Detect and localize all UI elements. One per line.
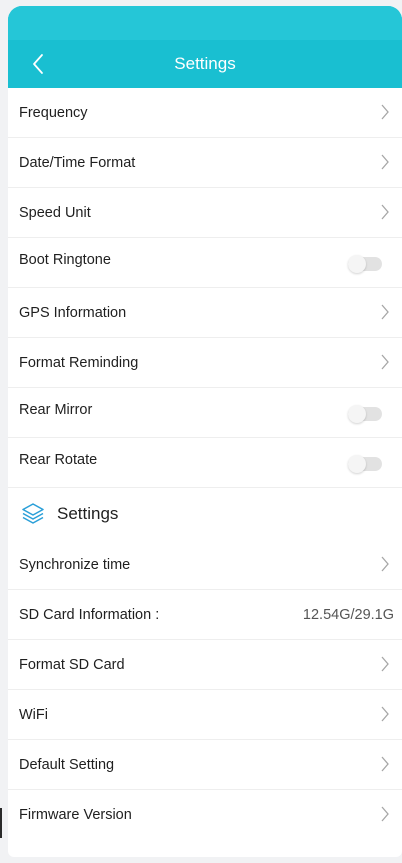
rear-mirror-toggle[interactable] <box>348 405 382 423</box>
wifi-row[interactable]: WiFi <box>8 690 402 740</box>
firmware-version-row[interactable]: Firmware Version <box>8 790 402 840</box>
row-label: Firmware Version <box>19 807 132 823</box>
toggle-knob <box>348 255 366 273</box>
row-label: Rear Rotate <box>19 452 98 468</box>
synchronize-time-row[interactable]: Synchronize time <box>8 540 402 590</box>
toggle-knob <box>348 455 366 473</box>
sd-card-information-row: SD Card Information : 12.54G/29.1G <box>8 590 402 640</box>
status-strip <box>8 6 402 40</box>
row-label: Synchronize time <box>19 557 131 573</box>
chevron-right-icon <box>381 104 389 120</box>
chevron-right-icon <box>381 204 389 220</box>
row-label: Default Setting <box>19 757 115 773</box>
section-title: Settings <box>57 504 119 523</box>
frequency-row[interactable]: Frequency <box>8 88 402 138</box>
row-label: WiFi <box>19 707 48 723</box>
chevron-right-icon <box>381 304 389 320</box>
chevron-right-icon <box>381 154 389 170</box>
row-label: Format SD Card <box>19 657 125 673</box>
rear-rotate-row: Rear Rotate <box>8 438 402 488</box>
page-title: Settings <box>174 54 236 73</box>
row-label: Boot Ringtone <box>19 252 111 268</box>
rear-mirror-row: Rear Mirror <box>8 388 402 438</box>
boot-ringtone-toggle[interactable] <box>348 255 382 273</box>
row-label: Date/Time Format <box>19 155 136 171</box>
layers-icon <box>22 503 44 524</box>
app-header: Settings <box>8 6 402 88</box>
chevron-right-icon <box>381 706 389 722</box>
row-label: Speed Unit <box>19 205 91 221</box>
row-label: Frequency <box>19 105 88 121</box>
chevron-right-icon <box>381 756 389 772</box>
chevron-right-icon <box>381 656 389 672</box>
format-reminding-row[interactable]: Format Reminding <box>8 338 402 388</box>
format-sd-card-row[interactable]: Format SD Card <box>8 640 402 690</box>
gps-information-row[interactable]: GPS Information <box>8 288 402 338</box>
speed-unit-row[interactable]: Speed Unit <box>8 188 402 238</box>
datetime-format-row[interactable]: Date/Time Format <box>8 138 402 188</box>
row-label: Rear Mirror <box>19 402 93 418</box>
phone-screen: Settings Frequency Date/Time Format Spee… <box>8 6 402 857</box>
rear-rotate-toggle[interactable] <box>348 455 382 473</box>
section-header: Settings <box>8 488 402 540</box>
edge-mark <box>0 808 2 838</box>
default-setting-row[interactable]: Default Setting <box>8 740 402 790</box>
chevron-right-icon <box>381 806 389 822</box>
boot-ringtone-row: Boot Ringtone <box>8 238 402 288</box>
row-label: GPS Information <box>19 305 127 321</box>
row-label: SD Card Information : <box>19 607 160 623</box>
row-label: Format Reminding <box>19 355 139 371</box>
sd-card-capacity-value: 12.54G/29.1G <box>302 607 394 623</box>
toggle-knob <box>348 405 366 423</box>
chevron-right-icon <box>381 354 389 370</box>
chevron-right-icon <box>381 556 389 572</box>
